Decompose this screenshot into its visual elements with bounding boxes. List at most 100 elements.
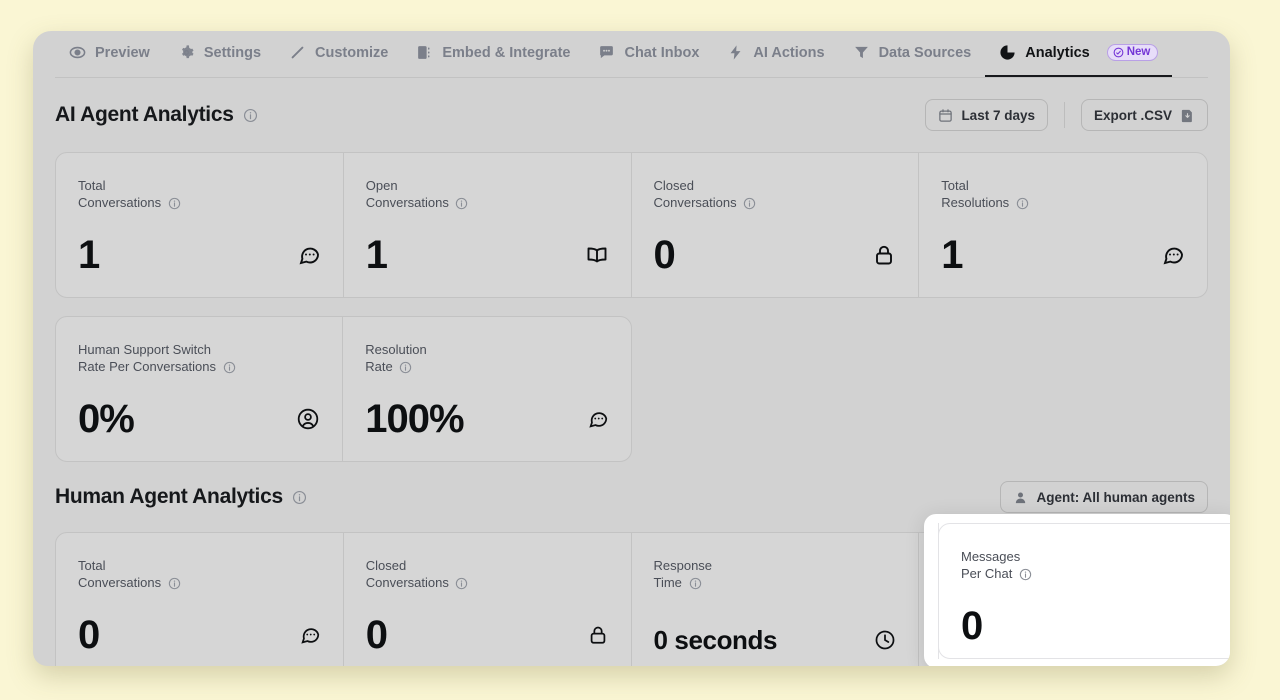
nav-label: Analytics [1025, 44, 1090, 61]
metric-card: Closed Conversations 0 [632, 153, 920, 297]
metric-label-line1: Resolution [365, 342, 427, 357]
metric-label-line1: Response [653, 558, 713, 573]
metric-bottom: 0% [78, 399, 320, 439]
metric-label: Total Conversations [78, 177, 283, 211]
spotlight-metric-card: Messages Per Chat 0 [938, 523, 1230, 659]
page-title: AI Agent Analytics [55, 103, 258, 127]
metric-bottom: 0 seconds [654, 625, 897, 655]
metric-value: 0 [78, 613, 100, 657]
metric-bottom: 1 [366, 235, 609, 275]
check-circle-icon [1113, 47, 1124, 58]
metric-card: Closed Conversations 0 [344, 533, 632, 666]
metric-card: Human Support Switch Rate Per Conversati… [56, 317, 344, 461]
user-circle-icon [296, 407, 320, 431]
date-range-label: Last 7 days [961, 107, 1035, 123]
info-icon[interactable] [243, 108, 258, 123]
metric-bottom: 0 [78, 615, 321, 655]
metric-label-line2: Conversations [653, 195, 737, 210]
nav-item-preview[interactable]: Preview [55, 31, 164, 74]
agent-filter-button[interactable]: Agent: All human agents [1000, 481, 1208, 513]
chat-bubble-dots-icon [1161, 243, 1185, 267]
metric-value: 1 [365, 233, 388, 277]
embed-icon [416, 44, 433, 61]
export-csv-button[interactable]: Export .CSV [1080, 99, 1208, 131]
metric-label-line2: Conversations [365, 195, 449, 210]
metric-label-line2: Conversations [78, 575, 162, 590]
human-section-title: Human Agent Analytics [55, 485, 307, 509]
metric-label-line1: Messages [961, 549, 1021, 564]
info-icon[interactable] [1019, 568, 1032, 581]
gear-icon [178, 44, 195, 61]
metric-label-line2: Conversations [365, 575, 449, 590]
bolt-icon [727, 44, 744, 61]
metric-label: Response Time [654, 557, 859, 591]
metric-label-line1: Closed [653, 178, 694, 193]
pie-chart-icon [999, 44, 1016, 61]
metric-label-line1: Open [365, 178, 398, 193]
nav-item-chat-inbox[interactable]: Chat Inbox [584, 31, 713, 74]
lock-icon [872, 243, 896, 267]
info-icon[interactable] [743, 197, 756, 210]
ai-header-actions: Last 7 days Export .CSV [925, 99, 1208, 131]
ai-metrics-row-1: Total Conversations 1 Open Conversations… [55, 152, 1208, 298]
metric-value: 0 [961, 604, 983, 648]
metric-label: Total Resolutions [941, 177, 1146, 211]
funnel-icon [853, 44, 870, 61]
metric-label-line1: Total [941, 178, 969, 193]
metric-label-line2: Conversations [78, 195, 162, 210]
nav-label: AI Actions [753, 44, 825, 61]
clock-icon [874, 629, 896, 651]
metric-bottom: 1 [78, 235, 321, 275]
chat-bubble-dots-icon [299, 624, 321, 646]
info-icon[interactable] [399, 361, 412, 374]
metric-value: 0 seconds [653, 625, 778, 655]
nav-item-ai-actions[interactable]: AI Actions [713, 31, 838, 74]
status-badge-new: New [1106, 44, 1159, 61]
date-range-button[interactable]: Last 7 days [925, 99, 1048, 131]
info-icon[interactable] [455, 197, 468, 210]
metric-label: Closed Conversations [366, 557, 571, 591]
chat-bubble-dots-icon [297, 243, 321, 267]
info-icon[interactable] [1016, 197, 1029, 210]
metric-bottom: 0 [961, 606, 1230, 646]
spotlight-overlay-card[interactable]: Messages Per Chat 0 [924, 514, 1230, 666]
metric-card: Open Conversations 1 [344, 153, 632, 297]
nav-item-customize[interactable]: Customize [275, 31, 402, 74]
nav-label: Settings [203, 44, 262, 61]
metric-label: Closed Conversations [654, 177, 859, 211]
metric-label-line1: Total [78, 178, 106, 193]
primary-nav: Preview Settings Customize Embed & Integ… [33, 31, 1230, 77]
nav-item-data-sources[interactable]: Data Sources [839, 31, 986, 74]
nav-item-analytics[interactable]: Analytics New [985, 31, 1173, 77]
info-icon[interactable] [223, 361, 236, 374]
metric-label: Resolution Rate [365, 341, 570, 375]
metric-card: Total Resolutions 1 [919, 153, 1207, 297]
metric-value: 0 [365, 613, 388, 657]
nav-item-embed-integrate[interactable]: Embed & Integrate [402, 31, 584, 74]
info-icon[interactable] [689, 577, 702, 590]
metric-label-line2: Time [653, 575, 682, 590]
info-icon[interactable] [168, 197, 181, 210]
eye-icon [69, 44, 86, 61]
metric-label: Human Support Switch Rate Per Conversati… [78, 341, 283, 375]
metric-label-line2: Rate Per Conversations [78, 359, 217, 374]
metric-card: Total Conversations 0 [56, 533, 344, 666]
info-icon[interactable] [292, 490, 307, 505]
header-action-divider [1063, 102, 1065, 128]
nav-label: Embed & Integrate [442, 44, 571, 61]
metric-value: 0 [653, 233, 676, 277]
metric-card: Resolution Rate 100% [343, 317, 630, 461]
info-icon[interactable] [455, 577, 468, 590]
metric-label-line1: Human Support Switch [78, 342, 211, 357]
human-section-title-text: Human Agent Analytics [55, 485, 283, 508]
metric-bottom: 1 [941, 235, 1185, 275]
export-csv-label: Export .CSV [1093, 107, 1172, 123]
metric-card: Total Conversations 1 [56, 153, 344, 297]
lock-icon [587, 624, 609, 646]
ai-section-title-text: AI Agent Analytics [55, 103, 234, 126]
info-icon[interactable] [168, 577, 181, 590]
metric-value: 1 [78, 233, 100, 277]
ai-metrics-row-2: Human Support Switch Rate Per Conversati… [55, 316, 632, 462]
metric-label-line2: Rate [365, 359, 393, 374]
nav-item-settings[interactable]: Settings [164, 31, 275, 74]
